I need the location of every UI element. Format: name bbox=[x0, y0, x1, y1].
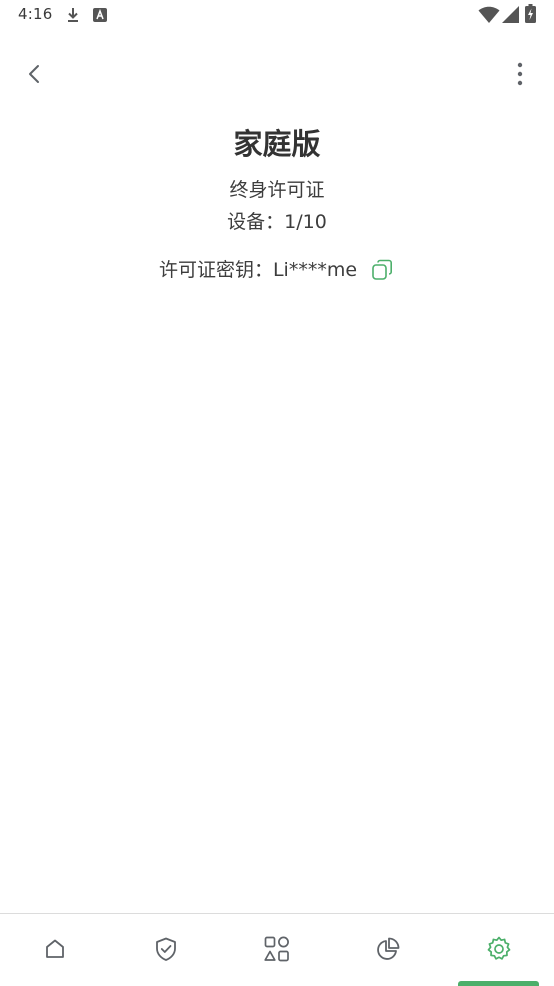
battery-charging-icon bbox=[525, 4, 536, 23]
nav-settings[interactable] bbox=[443, 914, 554, 984]
a-badge-icon bbox=[93, 8, 107, 22]
copy-icon bbox=[372, 259, 393, 280]
bottom-navigation bbox=[0, 913, 554, 986]
chevron-left-icon bbox=[29, 65, 39, 83]
back-button[interactable] bbox=[14, 54, 54, 94]
pie-chart-icon bbox=[377, 937, 400, 960]
license-key-row: 许可证密钥：Li****me bbox=[0, 254, 554, 286]
nav-home[interactable] bbox=[0, 914, 111, 984]
more-options-button[interactable] bbox=[500, 54, 540, 94]
nav-protection[interactable] bbox=[111, 914, 222, 984]
shield-check-icon bbox=[156, 937, 177, 961]
device-count: 设备：1/10 bbox=[227, 211, 327, 233]
license-key-text: 许可证密钥：Li****me bbox=[158, 259, 358, 281]
nav-statistics[interactable] bbox=[332, 914, 443, 984]
more-vert-icon bbox=[517, 62, 523, 86]
apps-icon bbox=[264, 936, 289, 962]
toolbar bbox=[0, 48, 554, 100]
home-icon bbox=[46, 939, 65, 958]
status-time: 4:16 bbox=[18, 5, 53, 23]
wifi-icon bbox=[478, 6, 500, 23]
settings-gear-icon bbox=[487, 936, 510, 960]
license-details: 家庭版 终身许可证 设备：1/10 许可证密钥：Li****me bbox=[0, 120, 554, 286]
license-type: 终身许可证 bbox=[229, 179, 325, 201]
signal-icon bbox=[502, 6, 519, 23]
plan-title: 家庭版 bbox=[233, 127, 321, 161]
download-icon bbox=[68, 8, 78, 22]
nav-apps[interactable] bbox=[222, 914, 333, 984]
copy-license-key-button[interactable] bbox=[369, 257, 395, 283]
status-bar: 4:16 bbox=[0, 0, 554, 32]
